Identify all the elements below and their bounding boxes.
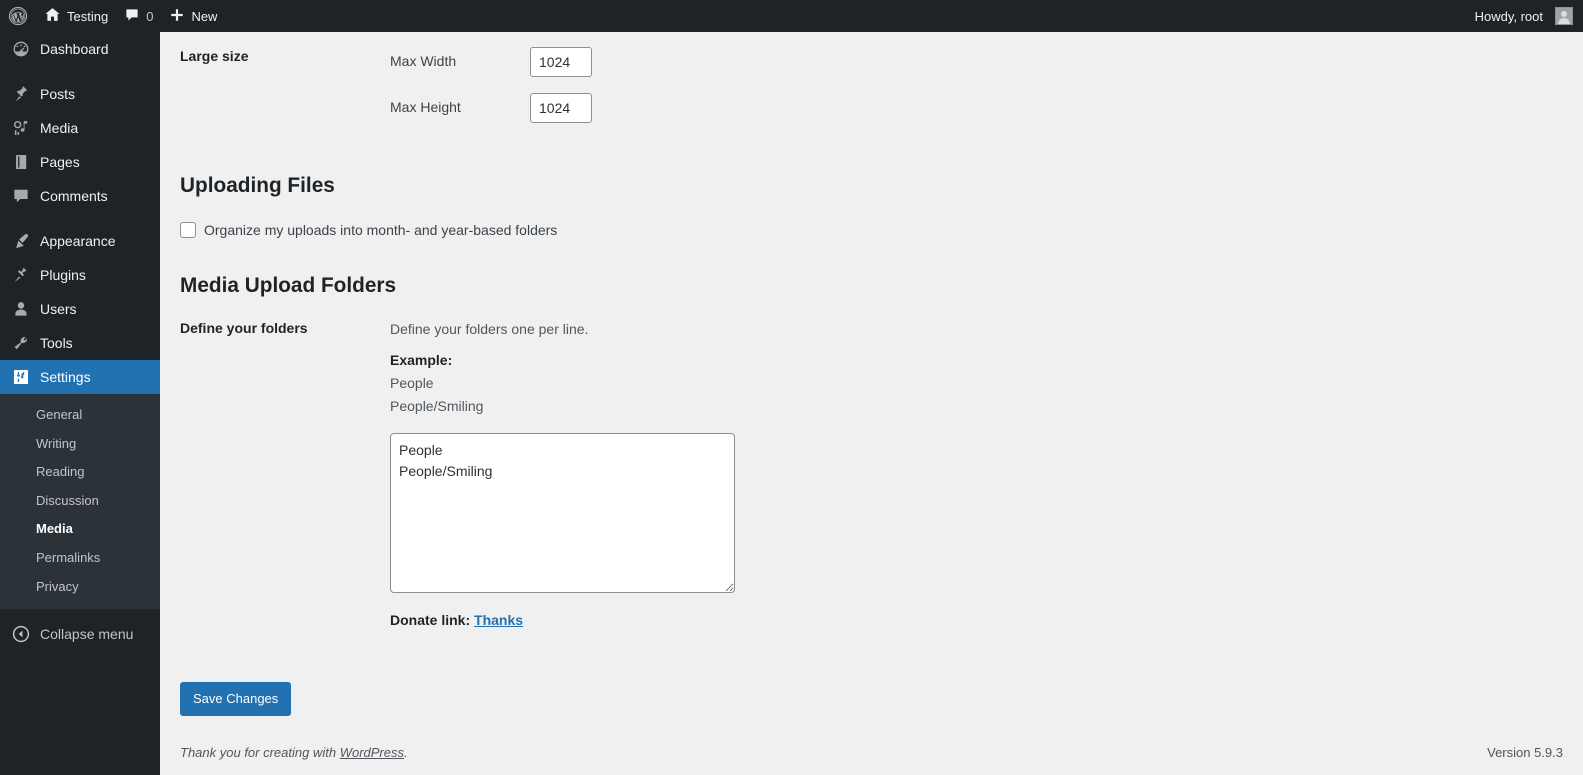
sidebar-separator bbox=[0, 66, 160, 77]
sidebar-item-label: Tools bbox=[40, 335, 73, 351]
define-folders-label: Define your folders bbox=[180, 320, 308, 337]
sidebar-item-label: Plugins bbox=[40, 267, 86, 283]
media-upload-folders-heading: Media Upload Folders bbox=[180, 274, 397, 298]
organize-uploads-row: Organize my uploads into month- and year… bbox=[180, 222, 1563, 239]
admin-sidebar: Dashboard Posts Media Pages Comments App… bbox=[0, 32, 168, 775]
my-account-menu[interactable]: Howdy, root bbox=[1467, 0, 1583, 32]
tools-wrench-icon bbox=[11, 333, 31, 353]
folders-example-line: People/Smiling bbox=[390, 398, 484, 415]
sidebar-item-label: Dashboard bbox=[40, 41, 109, 57]
max-height-label: Max Height bbox=[390, 98, 461, 115]
sidebar-item-dashboard[interactable]: Dashboard bbox=[0, 32, 160, 66]
sidebar-item-label: Pages bbox=[40, 154, 80, 170]
collapse-arrow-left-icon bbox=[11, 624, 31, 644]
sidebar-item-settings[interactable]: Settings bbox=[0, 360, 168, 394]
admin-bar: Testing 0 New Howdy, root bbox=[0, 0, 1583, 32]
pages-icon bbox=[11, 152, 31, 172]
organize-uploads-label[interactable]: Organize my uploads into month- and year… bbox=[204, 222, 557, 238]
sidebar-subitem-general[interactable]: General bbox=[0, 401, 160, 430]
content-area: Large size Max Width Max Height Uploadin… bbox=[160, 32, 1583, 775]
new-content-menu[interactable]: New bbox=[161, 0, 225, 32]
organize-uploads-checkbox[interactable] bbox=[180, 222, 196, 239]
wordpress-link[interactable]: WordPress bbox=[340, 745, 404, 760]
folders-example-line: People bbox=[390, 375, 434, 392]
media-upload-folders-table: Define your folders Define your folders … bbox=[180, 304, 1560, 660]
sidebar-item-comments[interactable]: Comments bbox=[0, 179, 160, 213]
sidebar-subitem-media[interactable]: Media bbox=[0, 515, 160, 544]
howdy-label: Howdy, root bbox=[1474, 8, 1543, 24]
save-changes-button[interactable]: Save Changes bbox=[180, 682, 292, 717]
sidebar-item-label: Settings bbox=[40, 369, 91, 385]
sidebar-item-users[interactable]: Users bbox=[0, 292, 160, 326]
large-size-label: Large size bbox=[180, 48, 249, 64]
footer-thankyou-prefix: Thank you for creating with bbox=[180, 744, 340, 760]
sidebar-item-label: Posts bbox=[40, 86, 76, 102]
sidebar-subitem-permalinks[interactable]: Permalinks bbox=[0, 544, 160, 573]
settings-media-form: Large size Max Width Max Height Uploadin… bbox=[160, 32, 1583, 717]
large-size-fields: Max Width Max Height bbox=[380, 32, 1560, 138]
appearance-brush-icon bbox=[11, 231, 31, 251]
comments-menu[interactable]: 0 bbox=[116, 0, 161, 32]
sidebar-item-appearance[interactable]: Appearance bbox=[0, 224, 160, 258]
wordpress-logo-icon bbox=[8, 6, 28, 26]
collapse-menu-button[interactable]: Collapse menu bbox=[0, 617, 160, 651]
comments-icon bbox=[11, 186, 31, 206]
max-width-label: Max Width bbox=[390, 52, 457, 69]
uploading-files-heading: Uploading Files bbox=[180, 174, 335, 197]
site-name-label: Testing bbox=[67, 8, 109, 24]
plus-icon bbox=[169, 7, 185, 26]
sidebar-item-posts[interactable]: Posts bbox=[0, 77, 160, 111]
avatar bbox=[1555, 7, 1573, 25]
dashboard-icon bbox=[11, 39, 31, 59]
image-sizes-table: Large size Max Width Max Height bbox=[180, 32, 1560, 138]
sidebar-item-label: Appearance bbox=[40, 233, 116, 249]
large-max-height-input[interactable] bbox=[530, 93, 592, 123]
plugins-plug-icon bbox=[11, 265, 31, 285]
define-folders-field: Define your folders one per line. Exampl… bbox=[380, 304, 1560, 660]
submit-row: Save Changes bbox=[180, 660, 1563, 717]
users-icon bbox=[11, 299, 31, 319]
sidebar-subitem-discussion[interactable]: Discussion bbox=[0, 487, 160, 516]
footer-thankyou: Thank you for creating with WordPress. bbox=[180, 745, 408, 760]
sidebar-item-plugins[interactable]: Plugins bbox=[0, 258, 160, 292]
define-folders-textarea[interactable] bbox=[390, 433, 735, 594]
collapse-menu-label: Collapse menu bbox=[40, 626, 134, 643]
large-max-width-input[interactable] bbox=[530, 47, 592, 77]
donate-link-row: Donate link: Thanks bbox=[390, 610, 1550, 631]
sidebar-separator bbox=[0, 213, 160, 224]
folders-example-label: Example: bbox=[390, 352, 453, 369]
sidebar-item-label: Users bbox=[40, 301, 77, 317]
sidebar-item-pages[interactable]: Pages bbox=[0, 145, 160, 179]
sidebar-subitem-privacy[interactable]: Privacy bbox=[0, 573, 160, 602]
footer-version: Version 5.9.3 bbox=[1487, 744, 1563, 760]
donate-link[interactable]: Thanks bbox=[474, 612, 523, 628]
pin-icon bbox=[11, 84, 31, 104]
sidebar-subitem-reading[interactable]: Reading bbox=[0, 458, 160, 487]
settings-submenu: General Writing Reading Discussion Media… bbox=[0, 394, 160, 610]
site-name-menu[interactable]: Testing bbox=[36, 0, 116, 32]
sidebar-item-media[interactable]: Media bbox=[0, 111, 160, 145]
sidebar-item-label: Media bbox=[40, 120, 79, 136]
sidebar-subitem-writing[interactable]: Writing bbox=[0, 430, 160, 459]
home-icon bbox=[44, 6, 61, 26]
admin-footer: Thank you for creating with WordPress. V… bbox=[160, 729, 1583, 775]
sidebar-item-tools[interactable]: Tools bbox=[0, 326, 160, 360]
folders-description: Define your folders one per line. bbox=[390, 321, 589, 338]
donate-link-label: Donate link: bbox=[390, 612, 471, 629]
define-folders-row: Define your folders Define your folders … bbox=[180, 304, 1560, 660]
sidebar-item-label: Comments bbox=[40, 188, 108, 204]
large-size-row: Large size Max Width Max Height bbox=[180, 32, 1560, 138]
new-label: New bbox=[191, 8, 218, 24]
comment-bubble-icon bbox=[124, 7, 140, 26]
wordpress-logo-menu[interactable] bbox=[0, 0, 36, 32]
settings-sliders-icon bbox=[11, 367, 31, 387]
media-icon bbox=[11, 118, 31, 138]
comments-count: 0 bbox=[146, 8, 154, 24]
footer-thankyou-suffix: . bbox=[404, 744, 408, 760]
